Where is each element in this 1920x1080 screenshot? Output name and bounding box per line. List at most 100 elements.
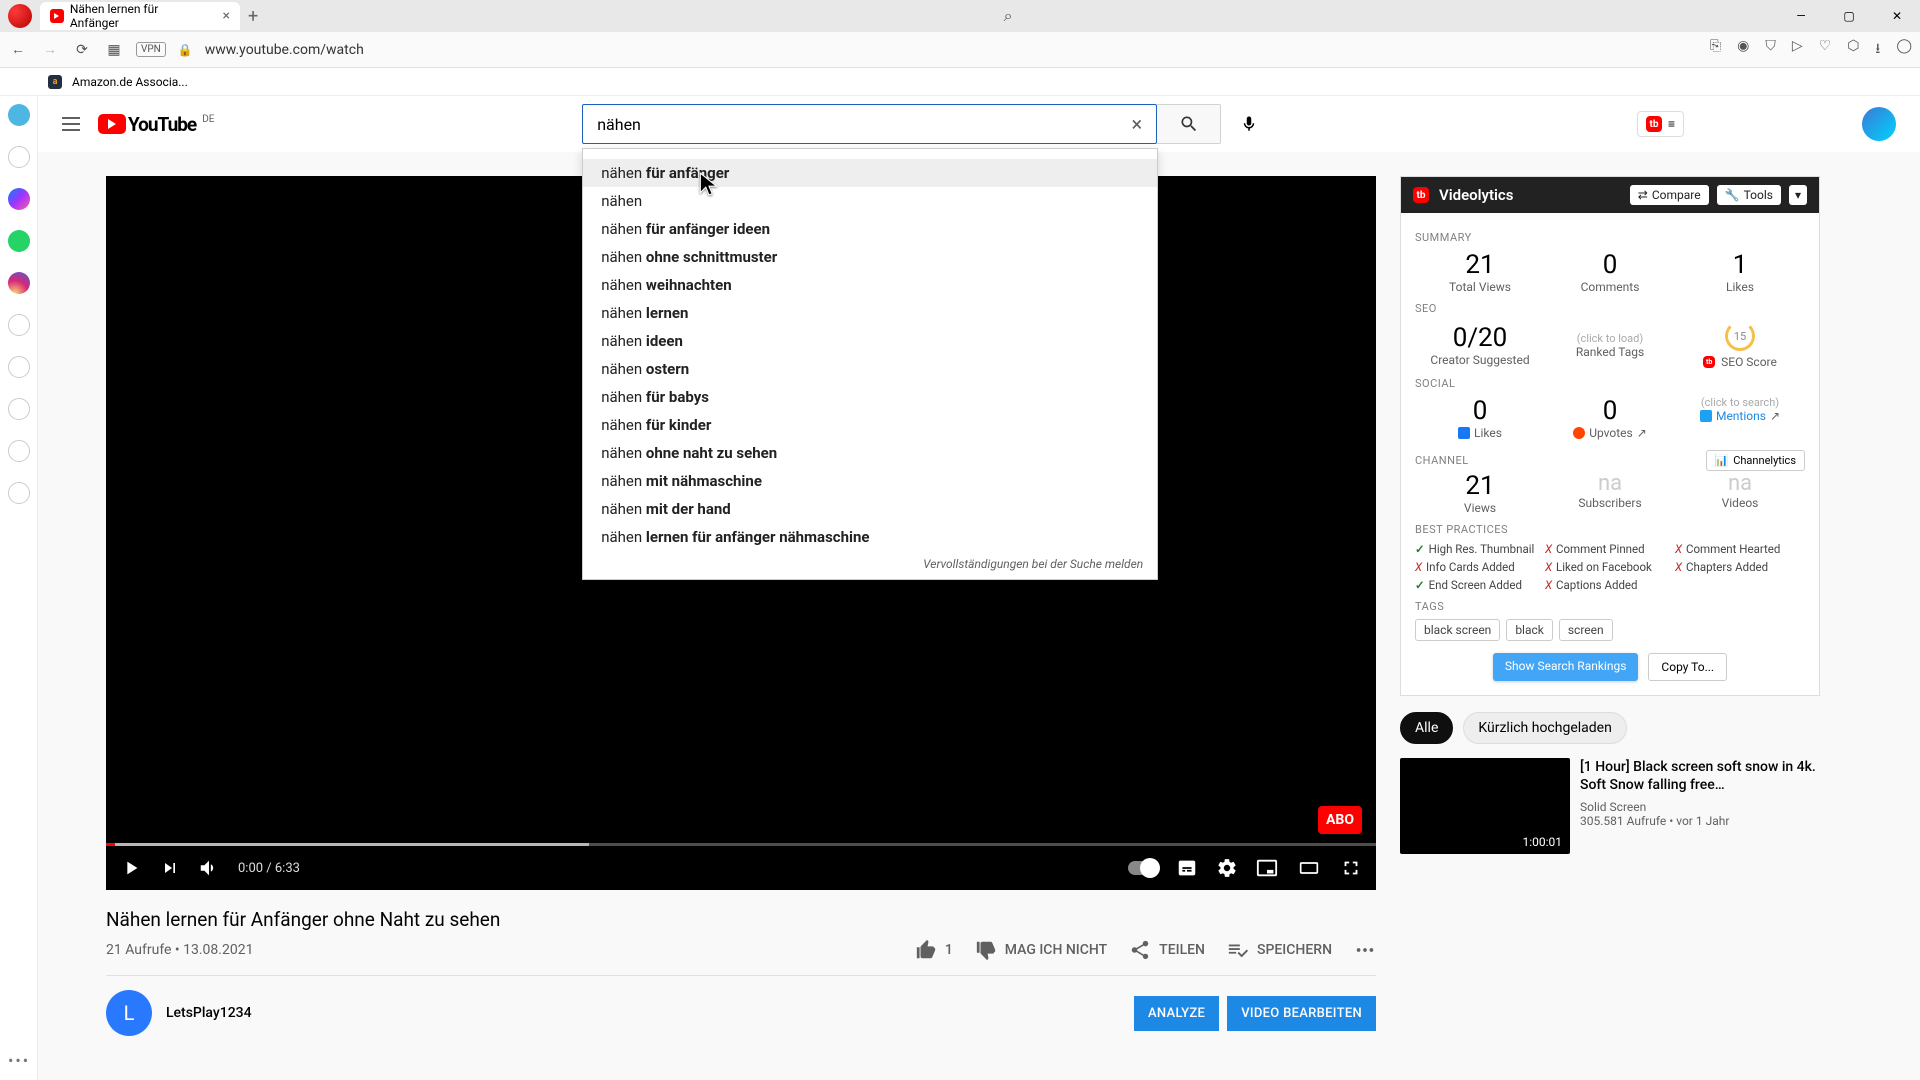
snapshot-icon[interactable]: ⎘	[1710, 38, 1721, 62]
sidebar-more-icon[interactable]: •••	[8, 1051, 30, 1070]
sidebar-pin-icon[interactable]	[8, 482, 30, 504]
minimize-button[interactable]: —	[1778, 0, 1824, 32]
camera-icon[interactable]: ◉	[1737, 38, 1749, 62]
vpn-badge[interactable]: VPN	[136, 42, 166, 57]
autoplay-toggle[interactable]	[1128, 861, 1158, 875]
profile-icon[interactable]: ◯	[1896, 38, 1912, 62]
tag-item[interactable]: black	[1506, 619, 1553, 641]
videolytics-expand-button[interactable]: ▾	[1789, 185, 1807, 205]
shield-icon[interactable]: ⛉	[1765, 38, 1776, 62]
lock-icon[interactable]: 🔒	[178, 43, 193, 57]
suggestion-item[interactable]: nähen ostern	[583, 355, 1157, 383]
youtube-logo[interactable]: YouTube DE	[98, 113, 214, 136]
sidebar-workspace-icon[interactable]	[8, 104, 30, 126]
channel-label: CHANNEL	[1415, 454, 1469, 467]
copy-to-button[interactable]: Copy To...	[1648, 653, 1727, 681]
related-video[interactable]: 1:00:01 [1 Hour] Black screen soft snow …	[1400, 758, 1820, 854]
suggestion-item[interactable]: nähen für babys	[583, 383, 1157, 411]
channel-avatar[interactable]: L	[106, 990, 152, 1036]
suggestion-report[interactable]: Vervollständigungen bei der Suche melden	[583, 551, 1157, 573]
heart-icon[interactable]: ♡	[1819, 38, 1832, 62]
chip-all[interactable]: Alle	[1400, 712, 1453, 744]
suggestion-item[interactable]: nähen weihnachten	[583, 271, 1157, 299]
player-controls: 0:00 / 6:33	[106, 846, 1376, 890]
cube-icon[interactable]: ⬡	[1847, 38, 1859, 62]
amazon-favicon-icon: a	[48, 75, 62, 89]
tag-item[interactable]: black screen	[1415, 619, 1500, 641]
sidebar-history-icon[interactable]	[8, 314, 30, 336]
suggestion-item[interactable]: nähen mit nähmaschine	[583, 467, 1157, 495]
theater-button[interactable]	[1296, 858, 1322, 878]
clear-search-icon[interactable]: ×	[1124, 112, 1151, 136]
voice-search-button[interactable]	[1229, 104, 1269, 144]
volume-button[interactable]	[198, 857, 220, 879]
address-actions: ⎘ ◉ ⛉ ▷ ♡ ⬡ ⭳ ◯	[1710, 38, 1912, 62]
twitter-mentions-label[interactable]: Mentions ↗	[1675, 409, 1805, 423]
suggestion-item[interactable]: nähen für kinder	[583, 411, 1157, 439]
instagram-icon[interactable]	[8, 272, 30, 294]
tab-close-icon[interactable]: ×	[223, 8, 230, 24]
suggestion-item[interactable]: nähen lernen	[583, 299, 1157, 327]
sidebar-heart-icon[interactable]	[8, 398, 30, 420]
next-button[interactable]	[160, 858, 180, 878]
sidebar-player-icon[interactable]	[8, 356, 30, 378]
forward-button[interactable]: →	[40, 41, 60, 58]
messenger-icon[interactable]	[8, 188, 30, 210]
click-to-search[interactable]: (click to search)	[1675, 396, 1805, 409]
search-box[interactable]: ×	[582, 104, 1157, 144]
back-button[interactable]: ←	[8, 41, 28, 58]
sidebar-clock-icon[interactable]	[8, 440, 30, 462]
subtitles-button[interactable]	[1176, 857, 1198, 879]
compare-button[interactable]: ⇄ Compare	[1630, 185, 1709, 205]
like-button[interactable]: 1	[915, 939, 953, 961]
sidebar-bookmark-icon[interactable]	[8, 146, 30, 168]
new-tab-button[interactable]: +	[248, 6, 258, 27]
tiles-icon[interactable]: ▦	[104, 42, 124, 58]
dislike-button[interactable]: MAG ICH NICHT	[975, 939, 1107, 961]
browser-search-icon[interactable]: ⌕	[1004, 6, 1013, 26]
close-window-button[interactable]: ✕	[1874, 0, 1920, 32]
click-to-load[interactable]: (click to load)	[1545, 332, 1675, 345]
suggestion-item[interactable]: nähen für anfänger	[583, 159, 1157, 187]
reload-button[interactable]: ⟳	[72, 42, 92, 58]
more-actions-button[interactable]	[1354, 939, 1376, 961]
tags-list: black screen black screen	[1415, 619, 1805, 641]
share-button[interactable]: TEILEN	[1129, 939, 1205, 961]
download-icon[interactable]: ⭳	[1875, 38, 1880, 62]
youtube-region: DE	[202, 114, 214, 125]
url-text[interactable]: www.youtube.com/watch	[205, 42, 1698, 58]
search-button[interactable]	[1157, 104, 1221, 144]
likes-label: Likes	[1675, 280, 1805, 294]
suggestion-item[interactable]: nähen lernen für anfänger nähmaschine	[583, 523, 1157, 551]
tubebuddy-badge[interactable]: tb ≡	[1637, 111, 1684, 137]
suggestion-item[interactable]: nähen ohne naht zu sehen	[583, 439, 1157, 467]
suggestion-item[interactable]: nähen ideen	[583, 327, 1157, 355]
fullscreen-button[interactable]	[1340, 857, 1362, 879]
chip-recent[interactable]: Kürzlich hochgeladen	[1463, 712, 1626, 744]
channelytics-button[interactable]: 📊 Channelytics	[1706, 450, 1805, 471]
suggestion-item[interactable]: nähen für anfänger ideen	[583, 215, 1157, 243]
tools-button[interactable]: 🔧 Tools	[1717, 185, 1781, 205]
send-icon[interactable]: ▷	[1792, 38, 1803, 62]
suggestion-item[interactable]: nähen mit der hand	[583, 495, 1157, 523]
play-button[interactable]	[120, 857, 142, 879]
tag-item[interactable]: screen	[1559, 619, 1613, 641]
browser-tab[interactable]: Nähen lernen für Anfänger ×	[40, 2, 240, 30]
edit-video-button[interactable]: VIDEO BEARBEITEN	[1227, 996, 1376, 1031]
analyze-button[interactable]: ANALYZE	[1134, 996, 1219, 1031]
channel-name[interactable]: LetsPlay1234	[166, 1005, 252, 1021]
user-avatar[interactable]	[1862, 107, 1896, 141]
save-button[interactable]: SPEICHERN	[1227, 939, 1332, 961]
suggestion-item[interactable]: nähen ohne schnittmuster	[583, 243, 1157, 271]
bookmark-item[interactable]: Amazon.de Associa...	[72, 75, 188, 89]
subscribe-watermark[interactable]: ABO	[1318, 806, 1362, 834]
search-input[interactable]	[597, 115, 1123, 134]
whatsapp-icon[interactable]	[8, 230, 30, 252]
show-rankings-button[interactable]: Show Search Rankings	[1493, 653, 1639, 681]
miniplayer-button[interactable]	[1256, 857, 1278, 879]
suggestion-item[interactable]: nähen	[583, 187, 1157, 215]
maximize-button[interactable]: ▢	[1826, 0, 1872, 32]
settings-button[interactable]	[1216, 857, 1238, 879]
menu-button[interactable]	[62, 117, 80, 131]
channel-videos-value: na	[1675, 471, 1805, 496]
